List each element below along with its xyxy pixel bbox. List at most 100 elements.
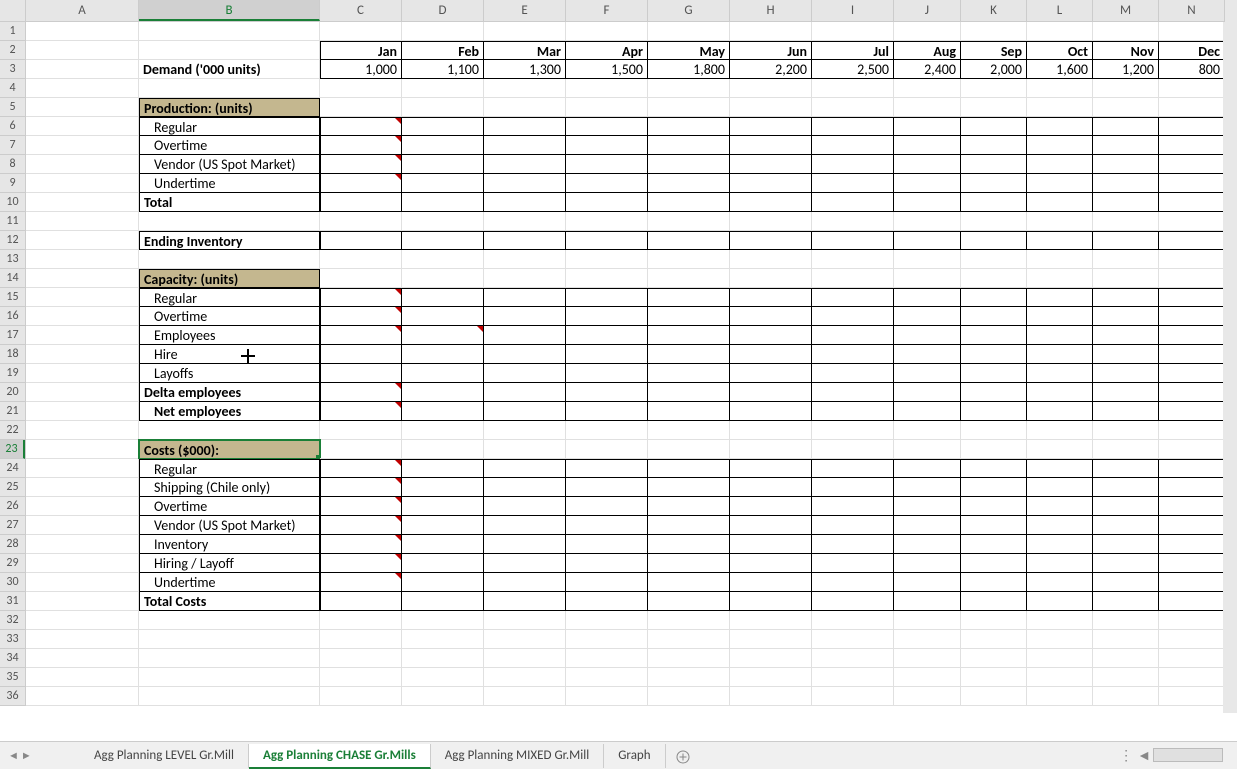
cell-E30[interactable]	[484, 573, 566, 592]
cell-F21[interactable]	[566, 402, 648, 421]
cell-M23[interactable]	[1093, 440, 1159, 459]
cell-K1[interactable]	[961, 22, 1027, 41]
cell-J21[interactable]	[894, 402, 961, 421]
cell-M22[interactable]	[1093, 421, 1159, 440]
row-header-5[interactable]: 5	[0, 98, 25, 117]
cell-A31[interactable]	[26, 592, 139, 611]
cell-C26[interactable]	[320, 497, 402, 516]
cell-C5[interactable]	[320, 98, 402, 117]
cell-L25[interactable]	[1027, 478, 1093, 497]
cell-J19[interactable]	[894, 364, 961, 383]
cell-E18[interactable]	[484, 345, 566, 364]
row-header-17[interactable]: 17	[0, 326, 25, 345]
cell-B14[interactable]: Capacity: (units)	[139, 269, 320, 288]
cell-D32[interactable]	[402, 611, 484, 630]
cell-C34[interactable]	[320, 649, 402, 668]
cell-J2[interactable]: Aug	[894, 41, 961, 60]
cell-D27[interactable]	[402, 516, 484, 535]
cell-H12[interactable]	[730, 231, 812, 250]
cell-C11[interactable]	[320, 212, 402, 231]
cell-E6[interactable]	[484, 117, 566, 136]
cell-F3[interactable]: 1,500	[566, 60, 648, 79]
cell-C33[interactable]	[320, 630, 402, 649]
cell-N7[interactable]	[1159, 136, 1225, 155]
cell-M15[interactable]	[1093, 288, 1159, 307]
cell-G14[interactable]	[648, 269, 730, 288]
cell-L3[interactable]: 1,600	[1027, 60, 1093, 79]
cell-G22[interactable]	[648, 421, 730, 440]
cell-H13[interactable]	[730, 250, 812, 269]
cell-B23[interactable]: Costs ($000):	[139, 440, 320, 459]
cell-D34[interactable]	[402, 649, 484, 668]
cell-M26[interactable]	[1093, 497, 1159, 516]
cell-E2[interactable]: Mar	[484, 41, 566, 60]
cell-H23[interactable]	[730, 440, 812, 459]
cell-B30[interactable]: Undertime	[139, 573, 320, 592]
cell-E12[interactable]	[484, 231, 566, 250]
cell-M2[interactable]: Nov	[1093, 41, 1159, 60]
cell-K20[interactable]	[961, 383, 1027, 402]
cell-B28[interactable]: Inventory	[139, 535, 320, 554]
cell-J26[interactable]	[894, 497, 961, 516]
cell-E16[interactable]	[484, 307, 566, 326]
cell-F30[interactable]	[566, 573, 648, 592]
row-header-27[interactable]: 27	[0, 516, 25, 535]
cell-I15[interactable]	[812, 288, 894, 307]
cell-F22[interactable]	[566, 421, 648, 440]
row-header-3[interactable]: 3	[0, 60, 25, 79]
cell-F32[interactable]	[566, 611, 648, 630]
cell-N26[interactable]	[1159, 497, 1225, 516]
cell-J15[interactable]	[894, 288, 961, 307]
cell-L7[interactable]	[1027, 136, 1093, 155]
cell-A32[interactable]	[26, 611, 139, 630]
cell-E1[interactable]	[484, 22, 566, 41]
cell-F4[interactable]	[566, 79, 648, 98]
cell-N28[interactable]	[1159, 535, 1225, 554]
cell-L22[interactable]	[1027, 421, 1093, 440]
col-header-E[interactable]: E	[484, 0, 566, 21]
cell-I25[interactable]	[812, 478, 894, 497]
row-header-16[interactable]: 16	[0, 307, 25, 326]
cell-F19[interactable]	[566, 364, 648, 383]
cell-F29[interactable]	[566, 554, 648, 573]
cell-B4[interactable]	[139, 79, 320, 98]
cell-B16[interactable]: Overtime	[139, 307, 320, 326]
cell-L23[interactable]	[1027, 440, 1093, 459]
cell-N25[interactable]	[1159, 478, 1225, 497]
cell-M10[interactable]	[1093, 193, 1159, 212]
cell-F34[interactable]	[566, 649, 648, 668]
cell-A11[interactable]	[26, 212, 139, 231]
tab-nav-next-icon[interactable]: ►	[21, 749, 32, 762]
cell-L32[interactable]	[1027, 611, 1093, 630]
cell-K33[interactable]	[961, 630, 1027, 649]
cell-B2[interactable]	[139, 41, 320, 60]
cell-E8[interactable]	[484, 155, 566, 174]
cell-K14[interactable]	[961, 269, 1027, 288]
cell-L12[interactable]	[1027, 231, 1093, 250]
cell-J8[interactable]	[894, 155, 961, 174]
cell-K15[interactable]	[961, 288, 1027, 307]
cell-A10[interactable]	[26, 193, 139, 212]
cell-G23[interactable]	[648, 440, 730, 459]
cell-L21[interactable]	[1027, 402, 1093, 421]
cell-M7[interactable]	[1093, 136, 1159, 155]
cell-H30[interactable]	[730, 573, 812, 592]
cell-N21[interactable]	[1159, 402, 1225, 421]
cell-G35[interactable]	[648, 668, 730, 687]
row-headers[interactable]: 1234567891011121314151617181920212223242…	[0, 22, 26, 706]
cell-L36[interactable]	[1027, 687, 1093, 706]
cell-D3[interactable]: 1,100	[402, 60, 484, 79]
cell-D29[interactable]	[402, 554, 484, 573]
cell-G36[interactable]	[648, 687, 730, 706]
cell-H25[interactable]	[730, 478, 812, 497]
cell-A15[interactable]	[26, 288, 139, 307]
cell-B10[interactable]: Total	[139, 193, 320, 212]
cell-B12[interactable]: Ending Inventory	[139, 231, 320, 250]
cell-C22[interactable]	[320, 421, 402, 440]
cell-B7[interactable]: Overtime	[139, 136, 320, 155]
cell-I30[interactable]	[812, 573, 894, 592]
cell-D10[interactable]	[402, 193, 484, 212]
col-header-H[interactable]: H	[730, 0, 812, 21]
cell-I2[interactable]: Jul	[812, 41, 894, 60]
cell-L11[interactable]	[1027, 212, 1093, 231]
